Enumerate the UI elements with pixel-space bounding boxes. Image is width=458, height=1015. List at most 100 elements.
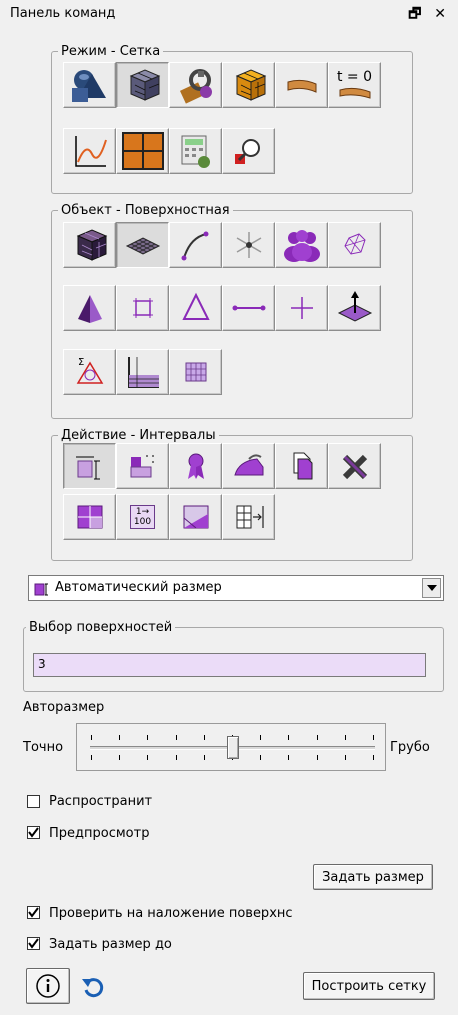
slider-thumb[interactable] — [226, 736, 239, 759]
info-icon — [36, 974, 60, 998]
tools-mode-button[interactable] — [169, 62, 222, 108]
copy-button[interactable] — [275, 443, 328, 489]
title-controls: 🗗 ✕ — [408, 3, 450, 27]
square-node-button[interactable] — [116, 285, 169, 331]
delete-button[interactable] — [328, 443, 381, 489]
boundary-layer-button[interactable] — [116, 349, 169, 395]
quad-split-icon — [77, 505, 102, 529]
group-icon — [283, 230, 320, 262]
slider-tick — [344, 755, 346, 760]
undo-icon[interactable] — [80, 973, 106, 1003]
set-size-to-checkbox[interactable] — [27, 937, 40, 950]
surface-select-input[interactable]: 3 — [33, 653, 426, 677]
wire-cube-icon — [343, 233, 366, 255]
checkmark-icon — [28, 827, 39, 838]
time-zero-button[interactable]: t = 0 — [328, 62, 381, 108]
close-icon[interactable]: ✕ — [434, 6, 450, 22]
edge-button[interactable] — [222, 285, 275, 331]
orange-grid-button[interactable] — [116, 128, 169, 174]
yellow-mesh-button[interactable] — [222, 62, 275, 108]
gradient-ramp-button[interactable] — [169, 494, 222, 540]
slider-tick — [91, 755, 92, 760]
interval-size-icon — [75, 456, 100, 480]
pyramid-icon — [77, 295, 102, 323]
info-button[interactable] — [26, 968, 70, 1004]
time-zero-icon: t = 0 — [336, 69, 373, 85]
slider-right-label: Грубо — [390, 740, 430, 755]
slider-tick — [203, 735, 205, 740]
surface-button[interactable] — [116, 222, 169, 268]
ribbon-button[interactable] — [169, 443, 222, 489]
check-overlap-label: Проверить на наложение поверхнс — [49, 906, 293, 921]
propagate-checkbox[interactable] — [27, 795, 40, 808]
action-group-legend: Действие - Интервалы — [61, 428, 216, 443]
check-overlap-checkbox[interactable] — [27, 906, 40, 919]
build-mesh-button[interactable]: Построить сетку — [303, 972, 435, 1000]
boundary-strip-icon — [287, 79, 316, 93]
volume-button[interactable] — [63, 222, 116, 268]
geometry-mode-button[interactable] — [63, 62, 116, 108]
calculator-button[interactable] — [169, 128, 222, 174]
grid-arrow-button[interactable] — [222, 494, 275, 540]
interval-dots-icon — [130, 455, 153, 478]
slider-tick — [147, 755, 149, 760]
mode-group-legend: Режим - Сетка — [61, 44, 161, 59]
slider-tick — [91, 735, 92, 740]
yellow-mesh-cube-icon — [235, 69, 266, 101]
object-group-legend: Объект - Поверхностная — [61, 203, 230, 218]
wire-cube-button[interactable] — [328, 222, 381, 268]
boundary-button[interactable] — [275, 62, 328, 108]
sizing-method-select[interactable]: Автоматический размер — [28, 575, 444, 601]
mesh-mode-button[interactable] — [116, 62, 169, 108]
slider-tick — [119, 735, 121, 740]
slider-tick — [373, 735, 374, 740]
normal-vector-icon — [337, 291, 372, 322]
set-size-button[interactable]: Задать размер — [313, 864, 433, 890]
edge-line-icon — [232, 305, 265, 311]
count-100-button[interactable]: 1→ 100 — [116, 494, 169, 540]
panel-title: Панель команд — [10, 6, 116, 21]
copy-icon — [293, 452, 312, 480]
interval-dots-button[interactable] — [116, 443, 169, 489]
gradient-ramp-icon — [183, 505, 208, 529]
count-100-icon: 1→ 100 — [129, 505, 156, 529]
cross-node-icon — [290, 297, 313, 319]
geometry-shapes-icon — [71, 70, 106, 102]
checkmark-icon — [28, 907, 39, 918]
normal-vector-button[interactable] — [328, 285, 381, 331]
magnifier-icon — [234, 139, 260, 164]
slider-tick — [175, 755, 177, 760]
group-button[interactable] — [275, 222, 328, 268]
iron-icon — [233, 454, 263, 476]
preview-checkbox[interactable] — [27, 826, 40, 839]
pyramid-button[interactable] — [63, 285, 116, 331]
slider-tick — [373, 755, 374, 760]
iron-button[interactable] — [222, 443, 275, 489]
orange-grid-icon — [121, 132, 164, 170]
inspect-button[interactable] — [222, 128, 275, 174]
slider-tick — [288, 755, 290, 760]
slider-left-label: Точно — [23, 740, 64, 755]
grid-block-icon — [185, 362, 206, 382]
ribbon-icon — [187, 453, 204, 479]
slider-tick — [175, 735, 177, 740]
slider-tick — [260, 755, 262, 760]
sigma-button[interactable]: Σ — [63, 349, 116, 395]
triangle-button[interactable] — [169, 285, 222, 331]
graph-button[interactable] — [63, 128, 116, 174]
grid-block-button[interactable] — [169, 349, 222, 395]
slider-tick — [316, 735, 318, 740]
vertex-button[interactable] — [222, 222, 275, 268]
slider-tick — [288, 735, 290, 740]
slider-tick — [316, 755, 318, 760]
quad-split-button[interactable] — [63, 494, 116, 540]
surface-select-legend: Выбор поверхностей — [29, 620, 173, 635]
cross-node-button[interactable] — [275, 285, 328, 331]
checkmark-icon — [28, 938, 39, 949]
float-icon[interactable]: 🗗 — [408, 6, 425, 22]
tools-icon — [179, 69, 212, 104]
chevron-down-icon[interactable] — [422, 578, 441, 598]
interval-size-icon — [34, 583, 48, 596]
interval-size-button[interactable] — [63, 443, 116, 489]
curve-button[interactable] — [169, 222, 222, 268]
